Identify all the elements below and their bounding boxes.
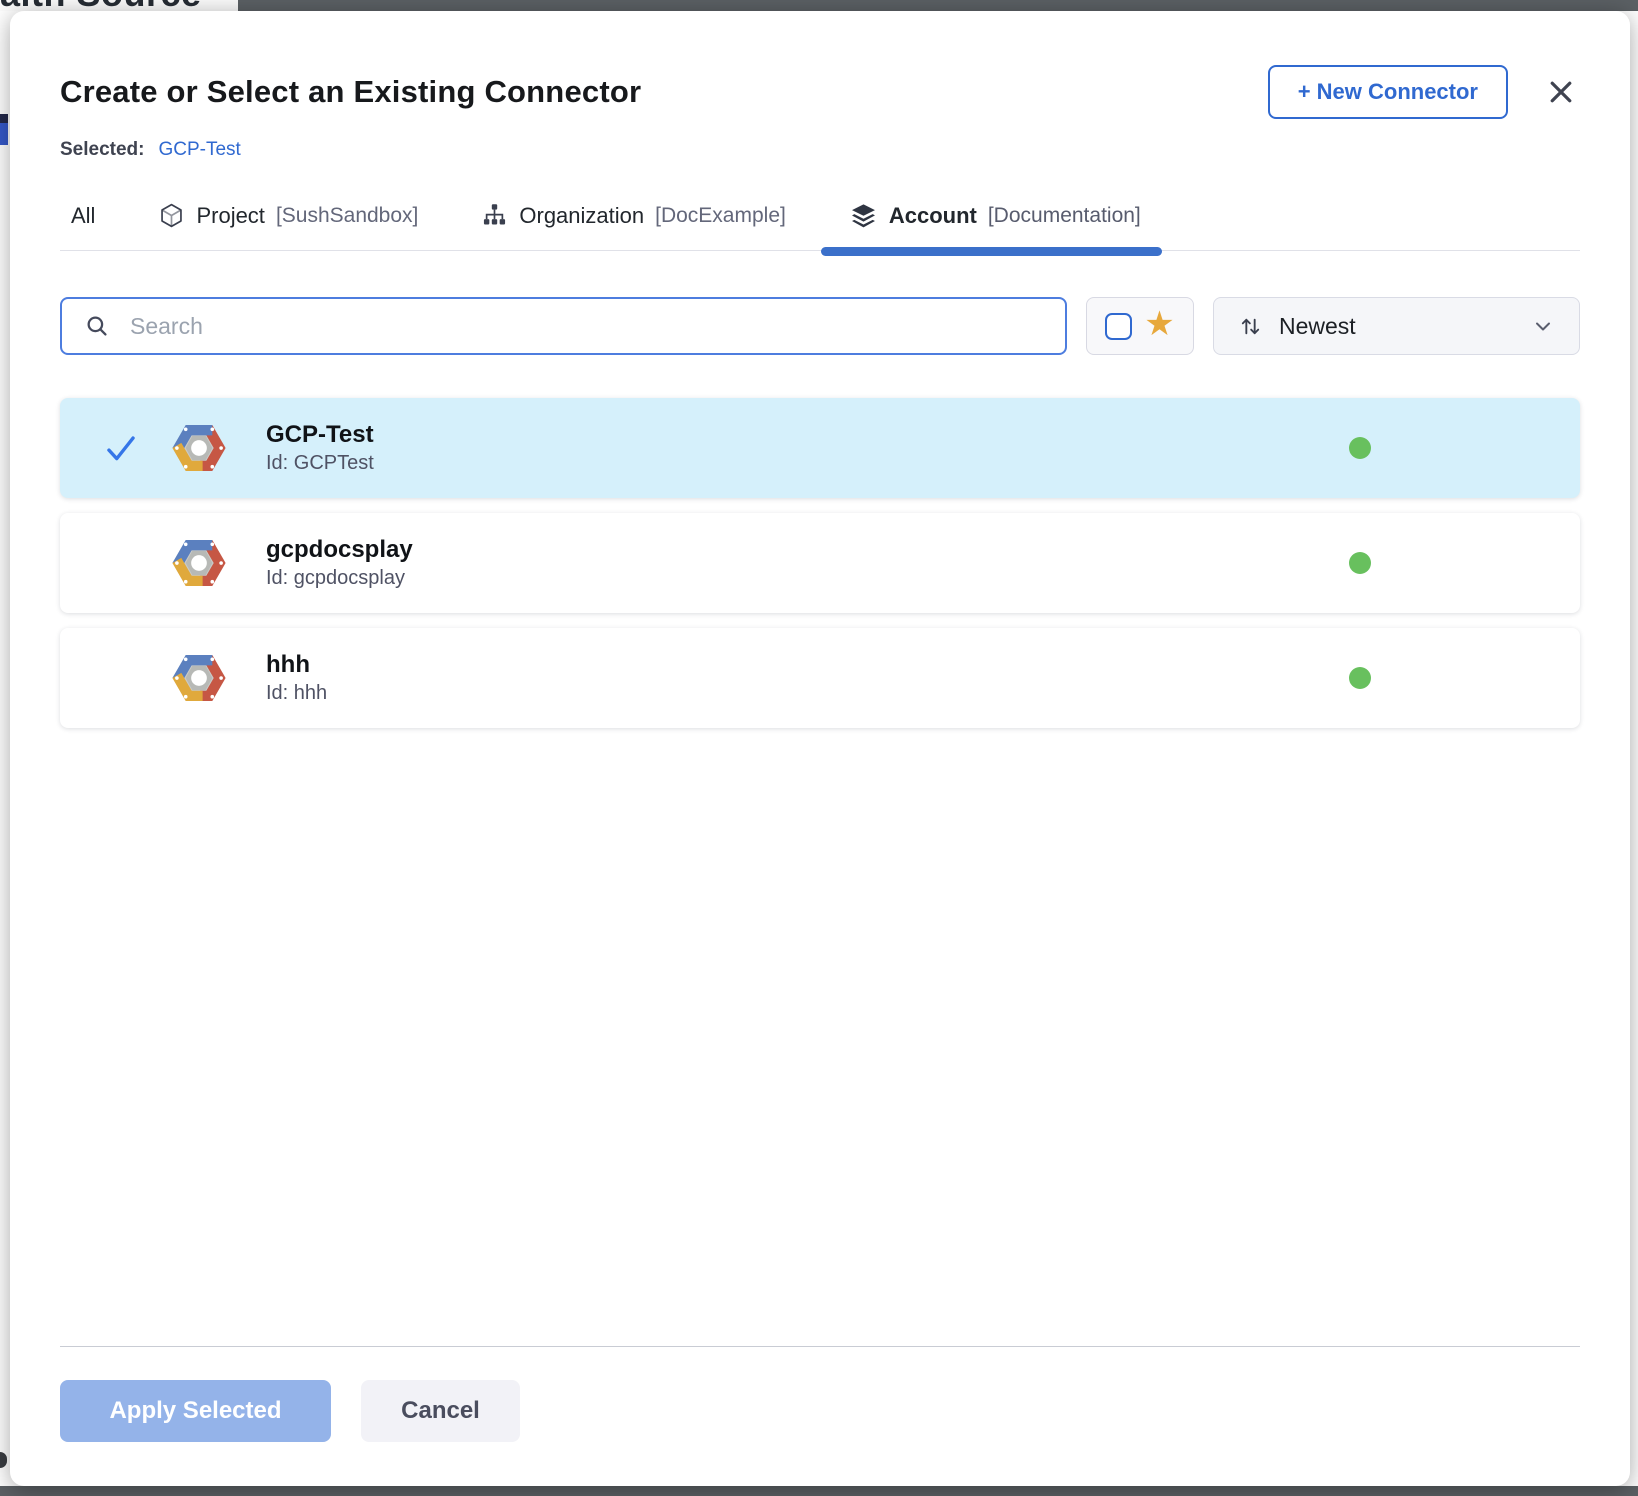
chevron-down-icon xyxy=(1531,314,1555,338)
org-tree-icon xyxy=(481,202,508,229)
modal-header: Create or Select an Existing Connector +… xyxy=(60,65,1580,119)
status-dot xyxy=(1349,437,1371,459)
connector-name: gcpdocsplay xyxy=(266,536,413,564)
connector-row-gcpdocsplay[interactable]: gcpdocsplay Id: gcpdocsplay xyxy=(60,513,1580,613)
backdrop-top-strip: alth Source xyxy=(0,0,1638,11)
connector-list: GCP-Test Id: GCPTest gcpdocsplay Id: gcp… xyxy=(60,398,1580,728)
tab-organization[interactable]: Organization [DocExample] xyxy=(481,202,785,229)
tab-project[interactable]: Project [SushSandbox] xyxy=(158,202,418,229)
modal-footer: Apply Selected Cancel xyxy=(60,1346,1580,1442)
connector-id: Id: gcpdocsplay xyxy=(266,567,413,590)
backdrop-bottom-strip xyxy=(0,1486,1638,1496)
star-icon: ★ xyxy=(1144,307,1174,341)
tab-all[interactable]: All xyxy=(71,203,95,229)
backdrop-fragment xyxy=(0,123,8,145)
favorites-checkbox[interactable] xyxy=(1105,313,1132,340)
selected-connector-row: Selected: GCP-Test xyxy=(60,139,1580,161)
sort-arrows-icon xyxy=(1238,314,1263,339)
layers-icon xyxy=(849,201,878,230)
connector-name: GCP-Test xyxy=(266,421,374,449)
apply-selected-button[interactable]: Apply Selected xyxy=(60,1380,331,1442)
check-icon xyxy=(104,431,138,465)
backdrop-fragment xyxy=(0,1452,7,1468)
list-toolbar: ★ Newest xyxy=(60,297,1580,355)
connector-id: Id: hhh xyxy=(266,682,327,705)
gcp-connector-icon xyxy=(170,534,228,592)
sort-dropdown[interactable]: Newest xyxy=(1213,297,1580,355)
scope-tabs: All Project [SushSandbox] Organization [… xyxy=(60,201,1580,251)
background-page-title: alth Source xyxy=(0,0,238,11)
connector-row-gcp-test[interactable]: GCP-Test Id: GCPTest xyxy=(60,398,1580,498)
footer-divider xyxy=(60,1346,1580,1347)
selected-label: Selected: xyxy=(60,139,144,161)
backdrop-fragment xyxy=(0,114,8,123)
gcp-connector-icon xyxy=(170,419,228,477)
connector-row-hhh[interactable]: hhh Id: hhh xyxy=(60,628,1580,728)
connector-name: hhh xyxy=(266,651,327,679)
cube-icon xyxy=(158,202,185,229)
search-input[interactable] xyxy=(130,313,1043,340)
status-dot xyxy=(1349,667,1371,689)
search-box xyxy=(60,297,1067,355)
gcp-connector-icon xyxy=(170,649,228,707)
tab-account[interactable]: Account [Documentation] xyxy=(849,201,1141,230)
close-icon xyxy=(1546,77,1576,107)
favorites-filter[interactable]: ★ xyxy=(1086,297,1194,355)
close-button[interactable] xyxy=(1542,73,1580,111)
status-dot xyxy=(1349,552,1371,574)
search-icon xyxy=(84,313,110,339)
new-connector-button[interactable]: + New Connector xyxy=(1268,65,1508,119)
connector-select-modal: Create or Select an Existing Connector +… xyxy=(10,11,1630,1486)
selected-connector-link[interactable]: GCP-Test xyxy=(158,139,240,161)
sort-selected-value: Newest xyxy=(1279,313,1515,340)
cancel-button[interactable]: Cancel xyxy=(361,1380,520,1442)
active-tab-indicator xyxy=(821,247,1162,256)
modal-title: Create or Select an Existing Connector xyxy=(60,74,641,110)
connector-id: Id: GCPTest xyxy=(266,452,374,475)
